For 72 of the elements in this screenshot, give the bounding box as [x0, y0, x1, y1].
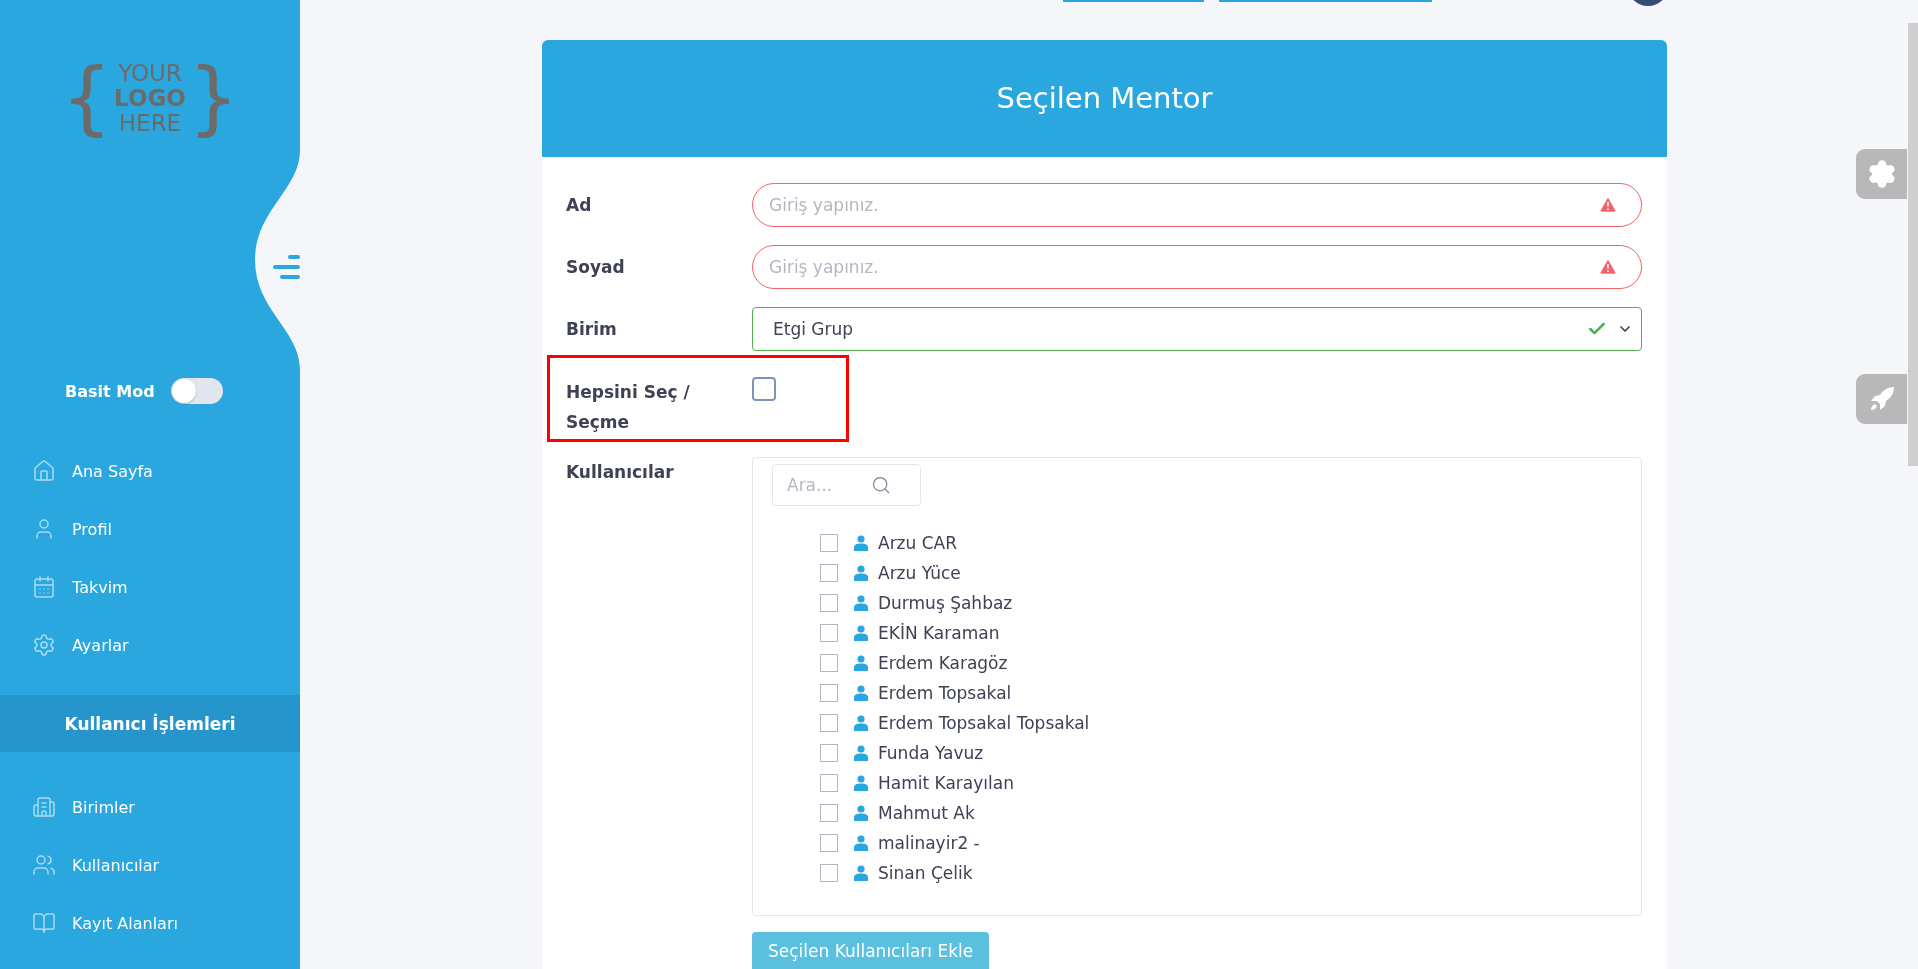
checkbox[interactable]	[820, 564, 838, 582]
sidebar-item[interactable]: Takvim	[0, 558, 300, 616]
warning-icon	[1598, 195, 1618, 215]
field-label: Ad	[566, 194, 593, 217]
field-label: Soyad	[566, 256, 626, 279]
warning-icon	[1598, 257, 1618, 277]
checkbox[interactable]	[820, 834, 838, 852]
users-icon	[32, 853, 56, 877]
person-icon	[854, 835, 868, 851]
user-name: Hamit Karayılan	[878, 773, 1014, 793]
settings-icon	[1866, 159, 1897, 189]
field-label: Kullanıcılar	[566, 461, 675, 484]
checkbox[interactable]	[820, 534, 838, 552]
user-name: Funda Yavuz	[878, 743, 984, 763]
person-icon	[854, 625, 868, 641]
person-icon	[854, 565, 868, 581]
checkbox[interactable]	[820, 744, 838, 762]
checkbox[interactable]	[820, 594, 838, 612]
scrollbar[interactable]	[1908, 23, 1918, 466]
user-name: Sinan Çelik	[878, 863, 973, 883]
field-label: Birim	[566, 318, 618, 341]
sidebar-item[interactable]: Kayıt Alanları	[0, 894, 300, 952]
user-name: Erdem Topsakal Topsakal	[878, 713, 1090, 733]
checkbox[interactable]	[820, 654, 838, 672]
card-title: Seçilen Mentor	[996, 81, 1213, 116]
field-label: Hepsini Seç / Seçme	[566, 381, 691, 434]
user-name: Erdem Karagöz	[878, 653, 1008, 673]
checkbox[interactable]	[820, 624, 838, 642]
building-icon	[32, 795, 56, 819]
search-icon	[871, 475, 891, 495]
add-users-button[interactable]: Seçilen Kullanıcıları Ekle	[752, 932, 990, 969]
person-icon	[854, 745, 868, 761]
menu-icon[interactable]	[270, 252, 300, 282]
calendar-icon	[32, 575, 56, 599]
person-icon	[854, 535, 868, 551]
person-icon	[854, 685, 868, 701]
person-icon	[854, 775, 868, 791]
user-name: Erdem Topsakal	[878, 683, 1012, 703]
user-name: Arzu Yüce	[878, 563, 961, 583]
sidebar-item[interactable]: Ayarlar	[0, 616, 300, 674]
person-icon	[854, 865, 868, 881]
person-icon	[854, 655, 868, 671]
settings-icon	[32, 633, 56, 657]
house-icon	[32, 459, 56, 483]
select-field[interactable]: Etgi Grup	[752, 307, 1642, 351]
person-icon	[854, 595, 868, 611]
user-name: Mahmut Ak	[878, 803, 975, 823]
checkbox[interactable]	[752, 377, 776, 401]
sidebar-item[interactable]: Profil	[0, 500, 300, 558]
person-icon	[854, 805, 868, 821]
checkbox[interactable]	[820, 714, 838, 732]
sidebar-item[interactable]: Birimler	[0, 778, 300, 836]
mode-label: Basit Mod	[65, 381, 155, 401]
mode-toggle[interactable]	[170, 378, 223, 404]
person-icon	[854, 715, 868, 731]
search-field[interactable]: Ara...	[772, 464, 921, 506]
checkbox[interactable]	[820, 804, 838, 822]
checkbox[interactable]	[820, 774, 838, 792]
rocket-tab[interactable]	[1856, 374, 1907, 424]
input-field[interactable]: Giriş yapınız.	[752, 245, 1642, 289]
sidebar-item[interactable]: Kullanıcılar	[0, 836, 300, 894]
book-icon	[32, 911, 56, 935]
input-field[interactable]: Giriş yapınız.	[752, 183, 1642, 227]
checkbox[interactable]	[820, 864, 838, 882]
user-name: Arzu CAR	[878, 533, 958, 553]
checkbox[interactable]	[820, 684, 838, 702]
user-name: malinayir2 -	[878, 833, 980, 853]
sidebar-item[interactable]: Ana Sayfa	[0, 442, 300, 500]
settings-tab[interactable]	[1856, 149, 1907, 199]
section-header[interactable]: Kullanıcı İşlemleri	[0, 695, 300, 752]
user-name: EKİN Karaman	[878, 623, 1000, 643]
user-name: Durmuş Şahbaz	[878, 593, 1013, 613]
